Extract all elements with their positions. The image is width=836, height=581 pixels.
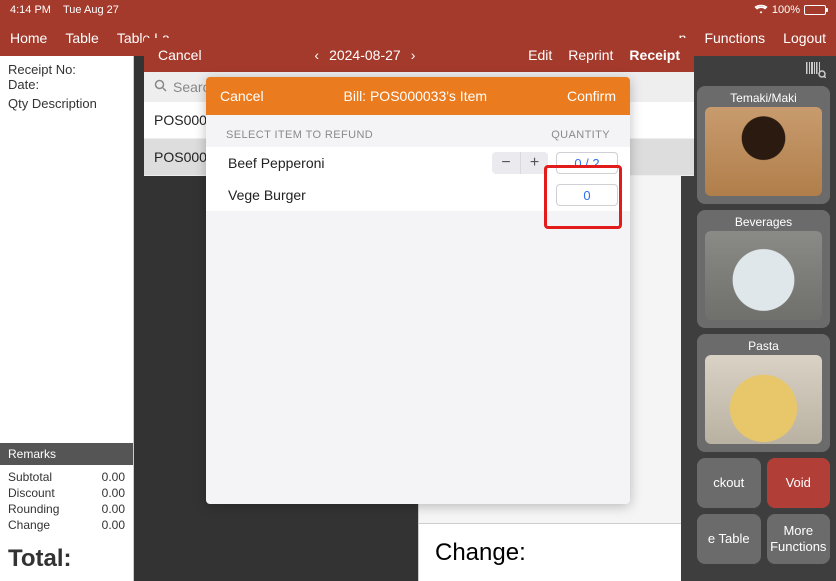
category-tile-temaki[interactable]: Temaki/Maki [697, 86, 830, 204]
discount-label: Discount [8, 486, 55, 500]
status-right: 100% [754, 4, 826, 17]
more-functions-label: More Functions [770, 523, 826, 555]
status-bar: 4:14 PM Tue Aug 27 100% [0, 0, 836, 20]
quantity-box[interactable]: 0 [556, 184, 618, 206]
quantity-box[interactable]: 0 / 2 [556, 152, 618, 174]
status-date: Tue Aug 27 [63, 4, 119, 16]
category-tile-beverages[interactable]: Beverages [697, 210, 830, 328]
refund-item-row: Vege Burger 0 [206, 179, 630, 211]
status-left: 4:14 PM Tue Aug 27 [10, 4, 119, 16]
stepper-plus-button[interactable]: + [520, 152, 548, 174]
total-label: Total: [0, 537, 133, 581]
refund-title: Bill: POS000033's Item [344, 88, 488, 104]
refund-cancel-button[interactable]: Cancel [220, 88, 264, 104]
subtotal-label: Subtotal [8, 470, 52, 484]
qty-desc-label: Qty Description [8, 96, 125, 111]
etable-label-partial: e Table [708, 531, 750, 547]
stepper-minus-button[interactable]: − [492, 152, 520, 174]
category-image [705, 355, 822, 444]
battery-text: 100% [772, 4, 800, 16]
change-label-small: Change [8, 518, 50, 532]
edit-button[interactable]: Edit [528, 47, 552, 63]
void-label: Void [786, 475, 811, 491]
remarks-header: Remarks [0, 443, 133, 465]
receipt-tab[interactable]: Receipt [629, 47, 680, 63]
checkout-label-partial: ckout [713, 475, 744, 491]
receipt-cancel[interactable]: Cancel [158, 47, 202, 63]
category-image [705, 231, 822, 320]
receipt-no-label: Receipt No: [8, 62, 125, 77]
refund-item-name: Vege Burger [228, 187, 556, 203]
more-functions-button[interactable]: More Functions [767, 514, 831, 564]
category-label: Pasta [748, 334, 779, 355]
nav-home[interactable]: Home [10, 30, 47, 46]
date-next-icon[interactable]: › [411, 47, 416, 63]
checkout-button-partial[interactable]: ckout [697, 458, 761, 508]
rounding-value: 0.00 [102, 502, 125, 516]
subtotal-value: 0.00 [102, 470, 125, 484]
rounding-label: Rounding [8, 502, 59, 516]
refund-item-name: Beef Pepperoni [228, 155, 492, 171]
status-time: 4:14 PM [10, 4, 51, 16]
discount-value: 0.00 [102, 486, 125, 500]
quantity-value: 0 [583, 188, 590, 203]
barcode-icon[interactable] [697, 62, 830, 80]
category-label: Beverages [735, 210, 792, 231]
quantity-value: 0 / 2 [574, 156, 599, 171]
refund-dialog: Cancel Bill: POS000033's Item Confirm SE… [206, 77, 630, 504]
nav-functions[interactable]: Functions [704, 30, 765, 46]
etable-button-partial[interactable]: e Table [697, 514, 761, 564]
date-label: Date: [8, 77, 125, 92]
quantity-stepper: − + [492, 152, 548, 174]
category-tile-pasta[interactable]: Pasta [697, 334, 830, 452]
quantity-header: QUANTITY [551, 129, 610, 141]
category-label: Temaki/Maki [730, 86, 797, 107]
date-prev-icon[interactable]: ‹ [314, 47, 319, 63]
change-value-small: 0.00 [102, 518, 125, 532]
battery-icon [804, 5, 826, 15]
nav-table[interactable]: Table [65, 30, 98, 46]
receipt-date[interactable]: 2024-08-27 [329, 47, 401, 63]
refund-item-row: Beef Pepperoni − + 0 / 2 [206, 147, 630, 179]
select-item-header: SELECT ITEM TO REFUND [226, 129, 373, 141]
reprint-button[interactable]: Reprint [568, 47, 613, 63]
search-icon [154, 79, 167, 95]
wifi-icon [754, 4, 768, 17]
nav-logout[interactable]: Logout [783, 30, 826, 46]
receipt-left-panel: Receipt No: Date: Qty Description Remark… [0, 56, 134, 581]
refund-confirm-button[interactable]: Confirm [567, 88, 616, 104]
void-button[interactable]: Void [767, 458, 831, 508]
category-sidebar: Temaki/Maki Beverages Pasta ckout Void e… [691, 56, 836, 581]
category-image [705, 107, 822, 196]
